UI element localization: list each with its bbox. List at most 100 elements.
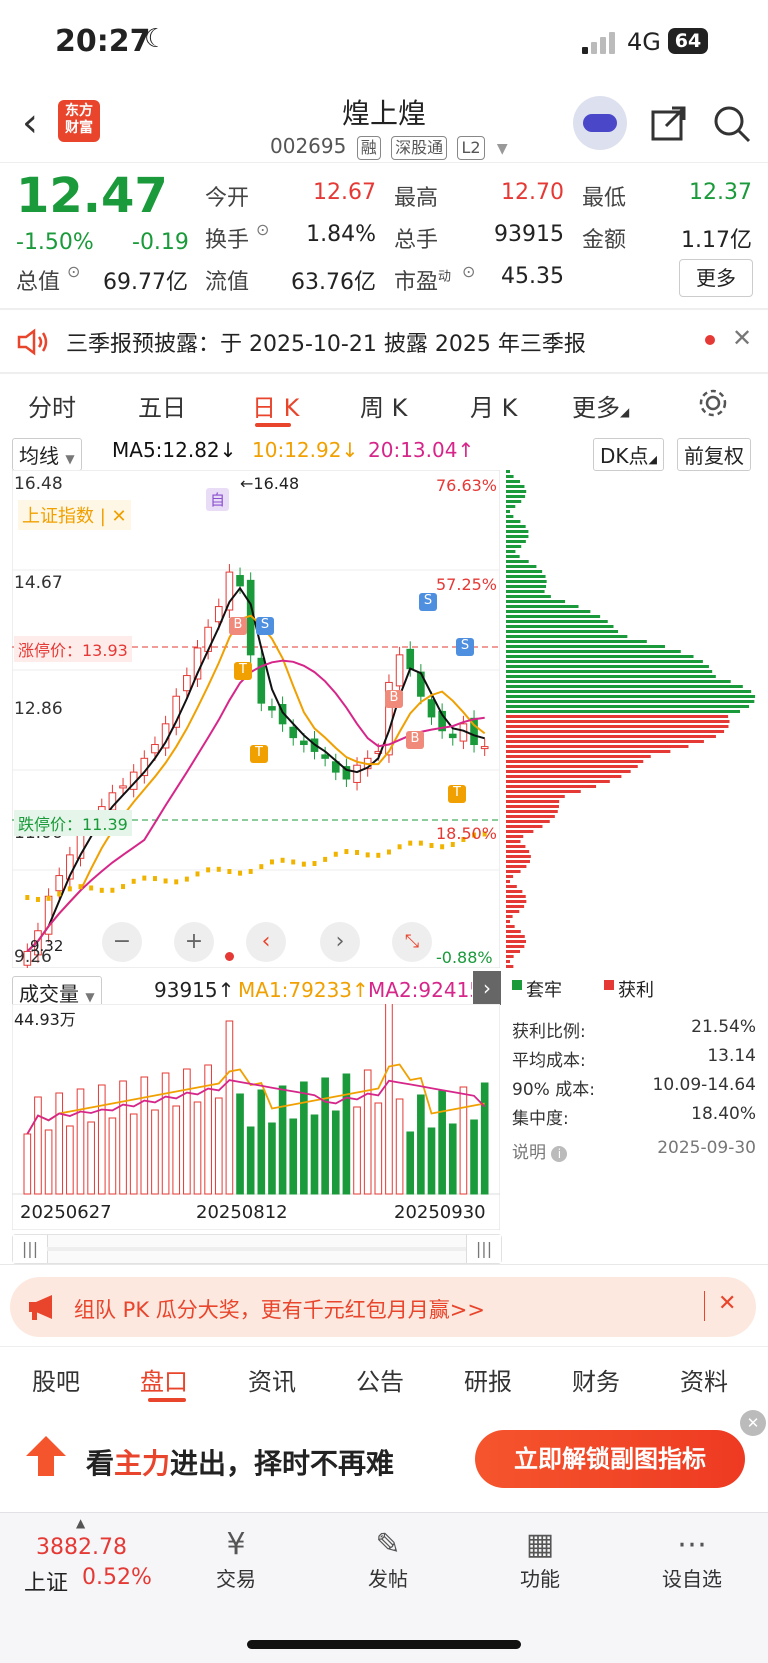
search-icon[interactable] bbox=[712, 104, 752, 144]
index-value[interactable]: 3882.78 bbox=[36, 1535, 127, 1560]
chip-bar bbox=[506, 640, 647, 643]
t-marker[interactable]: T bbox=[234, 662, 252, 680]
promo-banner[interactable]: 组队 PK 瓜分大奖，更有千元红包月月赢>> ✕ bbox=[10, 1277, 756, 1337]
trapped-legend-label: 套牢 bbox=[526, 980, 562, 1001]
assistant-robot-icon[interactable] bbox=[573, 96, 627, 150]
current-price: 12.47 bbox=[16, 168, 168, 224]
price-adjust-select[interactable]: 前复权 bbox=[677, 438, 751, 471]
index-overlay-point bbox=[152, 876, 157, 882]
more-button[interactable]: 更多 bbox=[679, 259, 753, 297]
chevron-down-icon[interactable]: ▼ bbox=[497, 141, 508, 157]
volume-bar bbox=[161, 1072, 170, 1195]
range-handle-right[interactable]: ||| bbox=[466, 1235, 501, 1263]
tab-research[interactable]: 研报 bbox=[464, 1362, 512, 1397]
volume-bar bbox=[66, 1125, 74, 1195]
info-icon[interactable]: ⊙ bbox=[462, 262, 475, 281]
scroll-left-button[interactable]: ‹ bbox=[246, 922, 286, 962]
scroll-right-button[interactable]: › bbox=[320, 922, 360, 962]
tag-l2: L2 bbox=[457, 136, 485, 160]
volume-bar bbox=[310, 1114, 319, 1195]
grid-apps-icon[interactable]: ▦ bbox=[490, 1527, 590, 1562]
yen-exchange-icon[interactable]: ¥ bbox=[186, 1527, 286, 1562]
volume-bar bbox=[363, 1069, 372, 1195]
volume-bar bbox=[459, 1086, 468, 1195]
notice-bar[interactable]: 三季报预披露：于 2025-10-21 披露 2025 年三季报 ✕ bbox=[0, 310, 768, 372]
ma-select[interactable]: 均线 ▼ bbox=[12, 438, 82, 471]
chart-range-scrollbar[interactable]: ||| ||| bbox=[12, 1234, 502, 1264]
nav-trade[interactable]: 交易 bbox=[186, 1563, 286, 1592]
edit-post-icon[interactable]: ✎ bbox=[338, 1527, 438, 1562]
chip-bar bbox=[506, 900, 527, 903]
battery-icon: 64 bbox=[668, 28, 708, 54]
tab-financials[interactable]: 财务 bbox=[572, 1362, 620, 1397]
tab-five-day[interactable]: 五日 bbox=[138, 388, 186, 423]
tab-weekly-k[interactable]: 周 K bbox=[360, 388, 407, 423]
tab-profile[interactable]: 资料 bbox=[680, 1362, 728, 1397]
nav-functions[interactable]: 功能 bbox=[490, 1563, 590, 1592]
buy-marker[interactable]: B bbox=[385, 690, 403, 708]
zoom-in-button[interactable]: + bbox=[174, 922, 214, 962]
chip-bar bbox=[506, 915, 513, 918]
fullscreen-icon[interactable]: ⤡ bbox=[392, 922, 432, 962]
collapse-arrow-icon[interactable]: › bbox=[473, 971, 501, 1005]
index-change: 0.52% bbox=[82, 1565, 152, 1590]
tab-order-book[interactable]: 盘口 bbox=[140, 1362, 188, 1397]
index-overlay-point bbox=[301, 861, 306, 867]
chip-bar bbox=[506, 510, 510, 513]
settings-gear-icon[interactable] bbox=[698, 388, 728, 418]
stock-code-row[interactable]: 002695 融 深股通 L2 ▼ bbox=[270, 134, 508, 160]
tab-daily-k[interactable]: 日 K bbox=[252, 388, 299, 423]
info-icon[interactable]: ⊙ bbox=[67, 262, 80, 281]
t-marker[interactable]: T bbox=[448, 785, 466, 803]
chip-bar bbox=[506, 620, 608, 623]
pct-label-2: 57.25% bbox=[436, 575, 498, 594]
nav-post[interactable]: 发帖 bbox=[338, 1563, 438, 1592]
sell-marker[interactable]: S bbox=[456, 638, 474, 656]
volume-bar bbox=[236, 1093, 244, 1195]
close-icon[interactable]: ✕ bbox=[740, 1410, 766, 1436]
zoom-out-button[interactable]: − bbox=[102, 922, 142, 962]
tab-announcements[interactable]: 公告 bbox=[356, 1362, 404, 1397]
tab-more[interactable]: 更多◢ bbox=[572, 388, 629, 423]
tab-monthly-k[interactable]: 月 K bbox=[470, 388, 517, 423]
share-icon[interactable] bbox=[650, 104, 688, 142]
index-overlay-point bbox=[238, 870, 243, 876]
chip-bar bbox=[506, 650, 681, 653]
dk-point-select[interactable]: DK点◢ bbox=[593, 438, 664, 471]
volume-chart[interactable] bbox=[12, 1004, 500, 1230]
volume-bar bbox=[374, 1102, 383, 1195]
chip-distribution-chart[interactable] bbox=[506, 470, 762, 968]
close-icon[interactable]: ✕ bbox=[732, 324, 752, 352]
candlestick-chart[interactable] bbox=[12, 470, 500, 968]
volume-bar bbox=[480, 1082, 489, 1195]
stock-code: 002695 bbox=[270, 134, 347, 158]
buy-marker[interactable]: B bbox=[406, 731, 424, 749]
chip-note-link[interactable]: 说明 i bbox=[512, 1138, 568, 1163]
info-icon[interactable]: ⊙ bbox=[256, 220, 269, 239]
mcap-value: 69.77亿 bbox=[103, 270, 188, 295]
index-overlay-tag[interactable]: 上证指数 | ✕ bbox=[18, 500, 131, 530]
candle bbox=[289, 726, 298, 739]
chip-bar bbox=[506, 740, 704, 743]
chip-bar bbox=[506, 595, 551, 598]
sell-marker[interactable]: S bbox=[256, 617, 274, 635]
buy-marker[interactable]: B bbox=[229, 617, 247, 635]
amount-value: 1.17亿 bbox=[681, 228, 752, 253]
close-icon[interactable]: ✕ bbox=[718, 1291, 736, 1316]
index-overlay-point bbox=[163, 878, 168, 884]
tab-intraday[interactable]: 分时 bbox=[28, 388, 76, 423]
self-tag[interactable]: 自 bbox=[206, 488, 230, 511]
unlock-indicator-button[interactable]: 立即解锁副图指标 bbox=[475, 1430, 745, 1488]
sell-marker[interactable]: S bbox=[419, 593, 437, 611]
tab-news[interactable]: 资讯 bbox=[248, 1362, 296, 1397]
nav-add-watchlist[interactable]: 设自选 bbox=[642, 1563, 742, 1592]
range-handle-left[interactable]: ||| bbox=[13, 1235, 48, 1263]
chip-bar bbox=[506, 870, 521, 873]
chip-bar bbox=[506, 865, 527, 868]
chip-bar bbox=[506, 515, 514, 518]
t-marker[interactable]: T bbox=[250, 745, 268, 763]
home-indicator bbox=[247, 1640, 521, 1649]
tab-forum[interactable]: 股吧 bbox=[32, 1362, 80, 1397]
volume-value: 93915↑ bbox=[154, 978, 235, 1002]
more-dots-icon[interactable]: ⋯ bbox=[642, 1527, 742, 1562]
